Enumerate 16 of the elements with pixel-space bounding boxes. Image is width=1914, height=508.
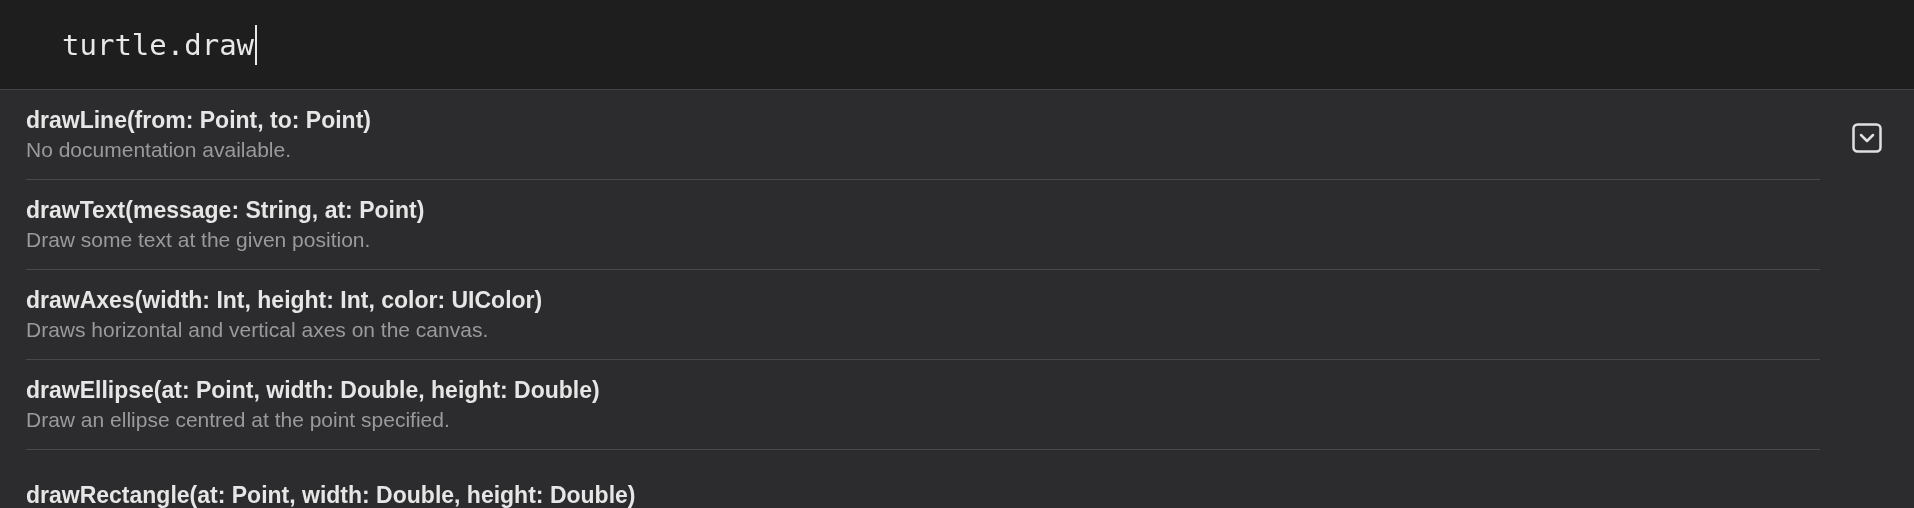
completion-item[interactable]: drawEllipse(at: Point, width: Double, height: Double) Draw an ellipse centred at the point specified. — [26, 360, 1820, 450]
completion-item[interactable]: drawAxes(width: Int, height: Int, color: UIColor) Draws horizontal and vertical axes on the canvas. — [26, 270, 1820, 360]
method-description: Draws horizontal and vertical axes on the canvas. — [26, 316, 490, 343]
method-description: Draw some text at the given position. — [26, 226, 372, 253]
method-description: Draw an ellipse centred at the point specified. — [26, 406, 451, 433]
completion-item[interactable]: drawRectangle(at: Point, width: Double, height: Double) — [26, 450, 1820, 508]
completion-item[interactable]: drawText(message: String, at: Point) Draw some text at the given position. — [26, 180, 1820, 270]
method-description: No documentation available. — [26, 136, 292, 163]
code-line[interactable]: turtle.draw — [62, 24, 258, 65]
method-signature: drawAxes(width: Int, height: Int, color: UIColor) — [26, 285, 544, 315]
method-signature: drawRectangle(at: Point, width: Double, height: Double) — [26, 481, 637, 508]
expand-icon[interactable] — [1852, 123, 1882, 153]
method-signature: drawEllipse(at: Point, width: Double, height: Double) — [26, 375, 601, 405]
method-signature: drawText(message: String, at: Point) — [26, 195, 426, 225]
method-signature: drawLine(from: Point, to: Point) — [26, 105, 372, 135]
completion-item[interactable]: drawLine(from: Point, to: Point) No documentation available. — [26, 90, 1820, 180]
